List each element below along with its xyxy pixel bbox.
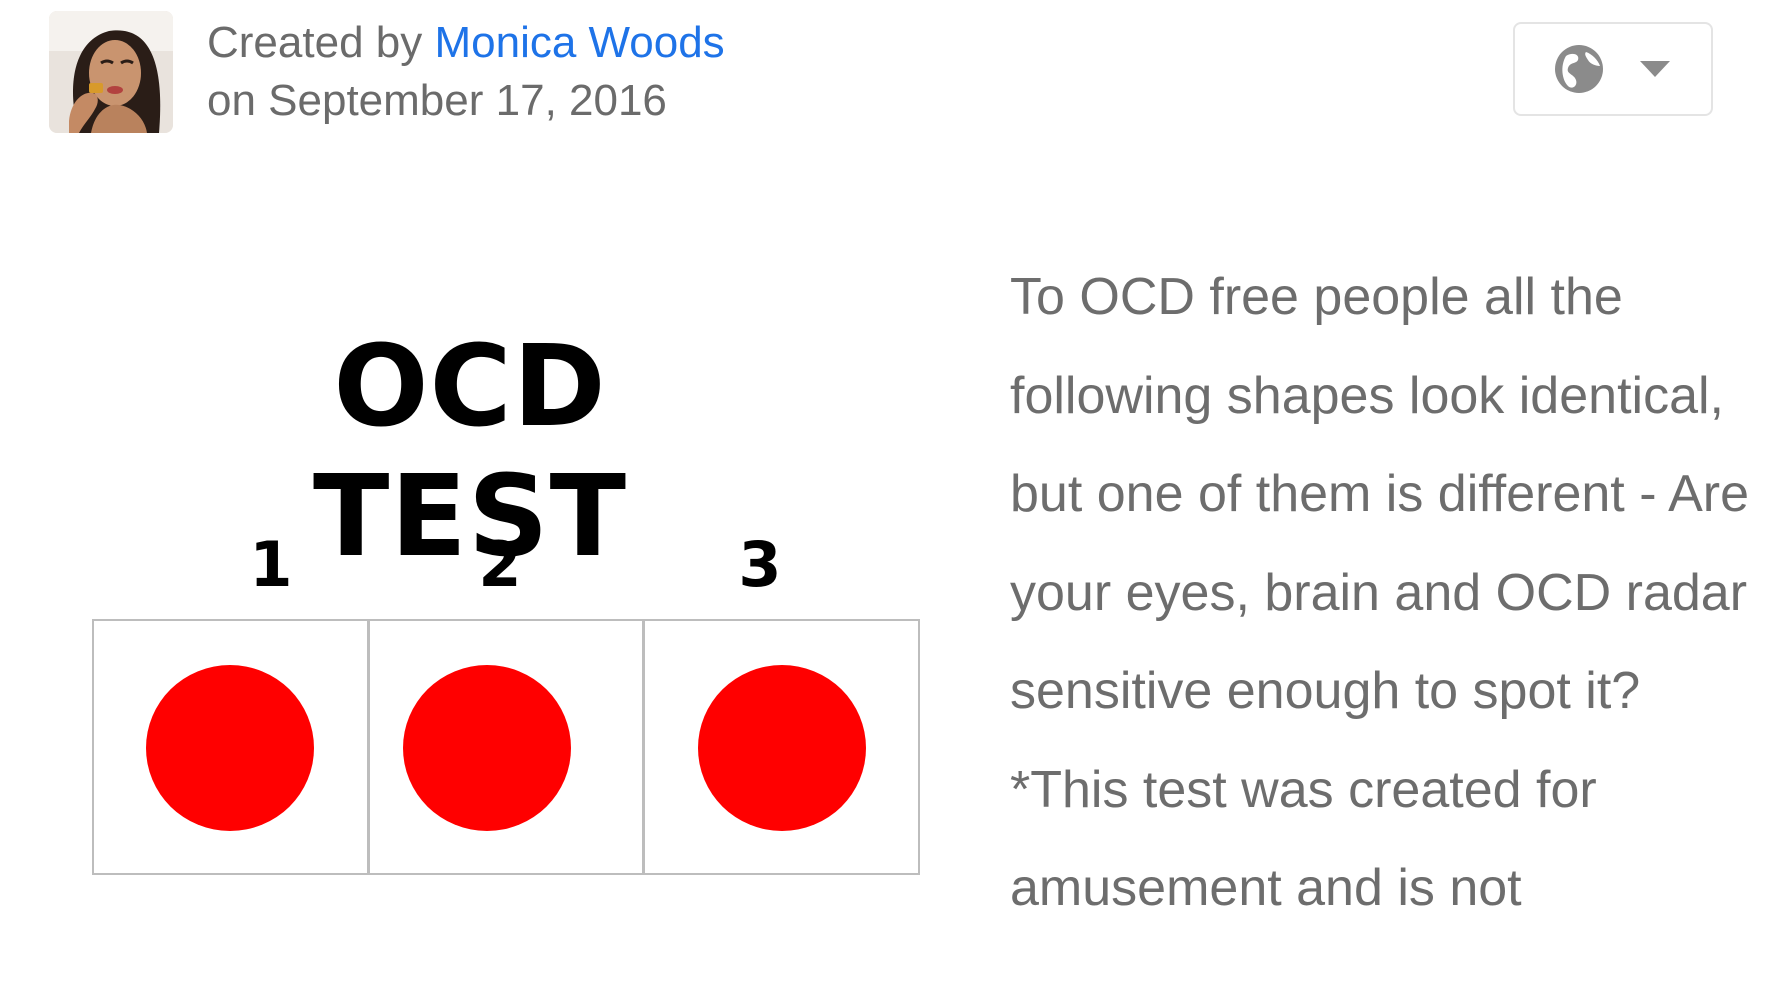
post-description: To OCD free people all the following sha… <box>1010 248 1770 938</box>
created-by-line: Created by Monica Woods <box>207 14 725 72</box>
shapes-grid <box>92 619 920 875</box>
red-circle-3 <box>698 665 867 831</box>
created-date: on September 17, 2016 <box>207 76 667 125</box>
globe-icon <box>1555 45 1603 93</box>
avatar-photo <box>49 11 173 133</box>
shape-cell-3 <box>645 621 918 873</box>
post-page: Created by Monica Woods on September 17,… <box>0 0 1778 999</box>
red-circle-1 <box>146 665 314 831</box>
author-avatar[interactable] <box>49 11 173 133</box>
option-number-1: 1 <box>249 528 293 601</box>
privacy-dropdown-button[interactable] <box>1513 22 1713 116</box>
shape-cell-2 <box>370 621 646 873</box>
created-by-label: Created by <box>207 18 423 67</box>
caret-down-icon <box>1640 61 1670 77</box>
quiz-image: OCD TEST 1 2 3 <box>60 300 960 900</box>
option-number-2: 2 <box>478 528 522 601</box>
post-meta: Created by Monica Woods on September 17,… <box>207 14 725 130</box>
description-text: To OCD free people all the following sha… <box>1010 268 1750 917</box>
author-link[interactable]: Monica Woods <box>434 18 724 67</box>
shape-cell-1 <box>94 621 370 873</box>
red-circle-2 <box>402 665 571 831</box>
option-number-3: 3 <box>738 528 782 601</box>
